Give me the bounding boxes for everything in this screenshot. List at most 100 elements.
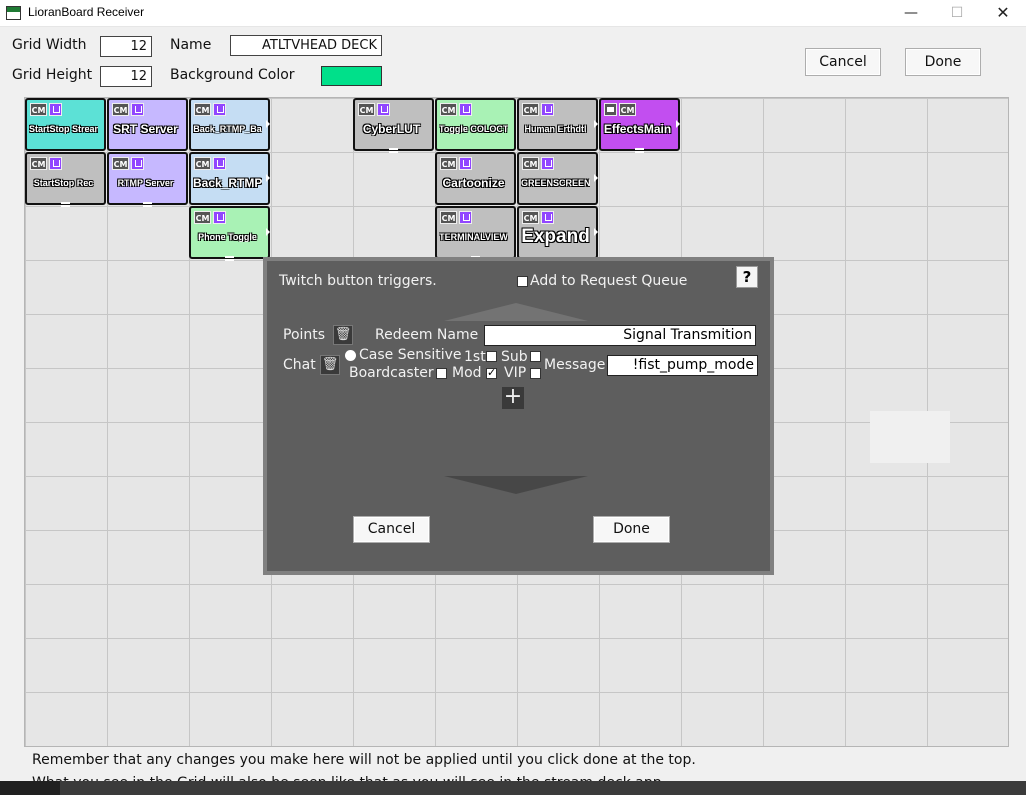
- add-trigger-button[interactable]: +: [502, 386, 524, 409]
- grid-height-label: Grid Height: [12, 67, 93, 83]
- dialog-cancel-button[interactable]: Cancel: [353, 516, 430, 543]
- deck-button-tile[interactable]: CM Phone Toggle: [189, 206, 270, 261]
- mod-checkbox[interactable]: [486, 366, 497, 379]
- twitch-icon: [541, 211, 554, 224]
- tile-badges: CM: [30, 103, 62, 116]
- deck-button-tile[interactable]: CM TERMINALVIEW: [435, 206, 516, 261]
- tile-badges: CM: [194, 157, 226, 170]
- message-input[interactable]: !fist_pump_mode: [607, 355, 758, 376]
- broadcaster-checkbox[interactable]: [436, 368, 447, 379]
- commander-icon: CM: [522, 103, 539, 116]
- grid-cell-highlight: [870, 411, 950, 463]
- chat-label: Chat: [283, 357, 316, 373]
- cancel-button[interactable]: Cancel: [805, 48, 881, 76]
- tile-badges: CM: [522, 211, 554, 224]
- deck-button-tile[interactable]: CM Cartoonize: [435, 152, 516, 205]
- twitch-icon: [377, 103, 390, 116]
- deck-button-tile[interactable]: CM StartStop Rec: [25, 152, 106, 207]
- commander-icon: CM: [440, 103, 457, 116]
- info-text-secondary: What you see in the Grid will also be se…: [32, 774, 666, 781]
- scroll-up-arrow[interactable]: [444, 303, 588, 321]
- twitch-icon: [459, 157, 472, 170]
- app-icon: [6, 6, 21, 20]
- dialog-heading: Twitch button triggers.: [279, 273, 437, 289]
- deck-button-tile[interactable]: CM Back_RTMP_Ba: [189, 98, 270, 151]
- twitch-icon: [49, 157, 62, 170]
- tile-badges: CM: [112, 157, 144, 170]
- twitch-icon: [213, 103, 226, 116]
- expand-down-icon: [143, 202, 152, 207]
- commander-icon: CM: [358, 103, 375, 116]
- add-to-queue-label: Add to Request Queue: [530, 273, 688, 289]
- background-color-swatch[interactable]: [321, 66, 382, 86]
- title-bar: LioranBoard Receiver — ☐ ✕: [0, 0, 1026, 27]
- commander-icon: CM: [30, 157, 47, 170]
- tile-badges: CM: [194, 211, 226, 224]
- maximize-button[interactable]: ☐: [934, 0, 980, 27]
- deck-button-tile[interactable]: CM EffectsMain: [599, 98, 680, 153]
- vip-label: VIP: [504, 365, 527, 381]
- twitch-icon: [213, 157, 226, 170]
- chat-trash-icon[interactable]: 🗑: [320, 355, 340, 375]
- commander-icon: CM: [194, 103, 211, 116]
- twitch-icon: [131, 157, 144, 170]
- points-trash-icon[interactable]: 🗑: [333, 325, 353, 345]
- expand-down-icon: [225, 256, 234, 261]
- deck-button-tile[interactable]: CM CyberLUT: [353, 98, 434, 153]
- tile-label: Cartoonize: [442, 176, 505, 190]
- deck-name-input[interactable]: ATLTVHEAD DECK: [230, 35, 382, 56]
- deck-button-tile[interactable]: CM Human Erthdtl: [517, 98, 598, 151]
- twitch-icon: [541, 157, 554, 170]
- commander-icon: CM: [522, 157, 539, 170]
- minimize-button[interactable]: —: [888, 0, 934, 27]
- expand-right-icon: [594, 120, 598, 128]
- name-label: Name: [170, 37, 212, 53]
- redeem-name-input[interactable]: Signal Transmition: [484, 325, 756, 346]
- deck-button-tile[interactable]: CM GREENSCREEN: [517, 152, 598, 205]
- tile-badges: CM: [522, 103, 554, 116]
- tile-label: GREENSCREEN: [521, 178, 590, 188]
- deck-button-tile[interactable]: CM Expand: [517, 206, 598, 259]
- scroll-down-arrow[interactable]: [444, 476, 588, 494]
- twitch-triggers-dialog: Twitch button triggers. Add to Request Q…: [263, 257, 774, 575]
- help-button[interactable]: ?: [736, 266, 758, 288]
- deck-button-tile[interactable]: CM Toggle COLOCT: [435, 98, 516, 151]
- dialog-done-button[interactable]: Done: [593, 516, 670, 543]
- done-button[interactable]: Done: [905, 48, 981, 76]
- deck-button-tile[interactable]: CM StartStop Stream: [25, 98, 106, 151]
- deck-button-tile[interactable]: CM Back_RTMP: [189, 152, 270, 205]
- commander-icon: CM: [619, 103, 636, 116]
- vip-checkbox[interactable]: [530, 368, 541, 379]
- points-label: Points: [283, 327, 326, 343]
- first-label: 1st: [464, 349, 486, 365]
- sub-checkbox[interactable]: [530, 351, 541, 362]
- case-sensitive-radio[interactable]: [345, 350, 356, 361]
- grid-height-input[interactable]: 12: [100, 66, 152, 87]
- first-checkbox[interactable]: [486, 351, 497, 362]
- redeem-name-label: Redeem Name: [375, 327, 479, 343]
- tile-label: StartStop Rec: [33, 178, 94, 188]
- grid-width-input[interactable]: 12: [100, 36, 152, 57]
- expand-down-icon: [389, 148, 398, 153]
- tile-label: SRT Server: [113, 122, 178, 136]
- window-title: LioranBoard Receiver: [28, 5, 145, 19]
- taskbar: [0, 781, 1026, 795]
- close-button[interactable]: ✕: [980, 0, 1026, 27]
- expand-down-icon: [635, 148, 644, 153]
- tile-badges: CM: [522, 157, 554, 170]
- tile-label: Back_RTMP: [193, 176, 262, 190]
- commander-icon: CM: [440, 211, 457, 224]
- sub-label: Sub: [501, 349, 528, 365]
- commander-icon: CM: [522, 211, 539, 224]
- deck-button-tile[interactable]: CM RTMP Server: [107, 152, 188, 207]
- tile-label: Expand: [521, 226, 590, 247]
- info-text: Remember that any changes you make here …: [32, 752, 696, 768]
- add-to-queue-checkbox[interactable]: [517, 276, 528, 287]
- expand-right-icon: [266, 174, 270, 182]
- tile-label: Phone Toggle: [198, 232, 257, 242]
- mod-label: Mod: [452, 365, 482, 381]
- expand-right-icon: [266, 228, 270, 236]
- deck-button-tile[interactable]: CM SRT Server: [107, 98, 188, 151]
- tile-badges: CM: [440, 103, 472, 116]
- tile-label: Toggle COLOCT: [439, 124, 508, 134]
